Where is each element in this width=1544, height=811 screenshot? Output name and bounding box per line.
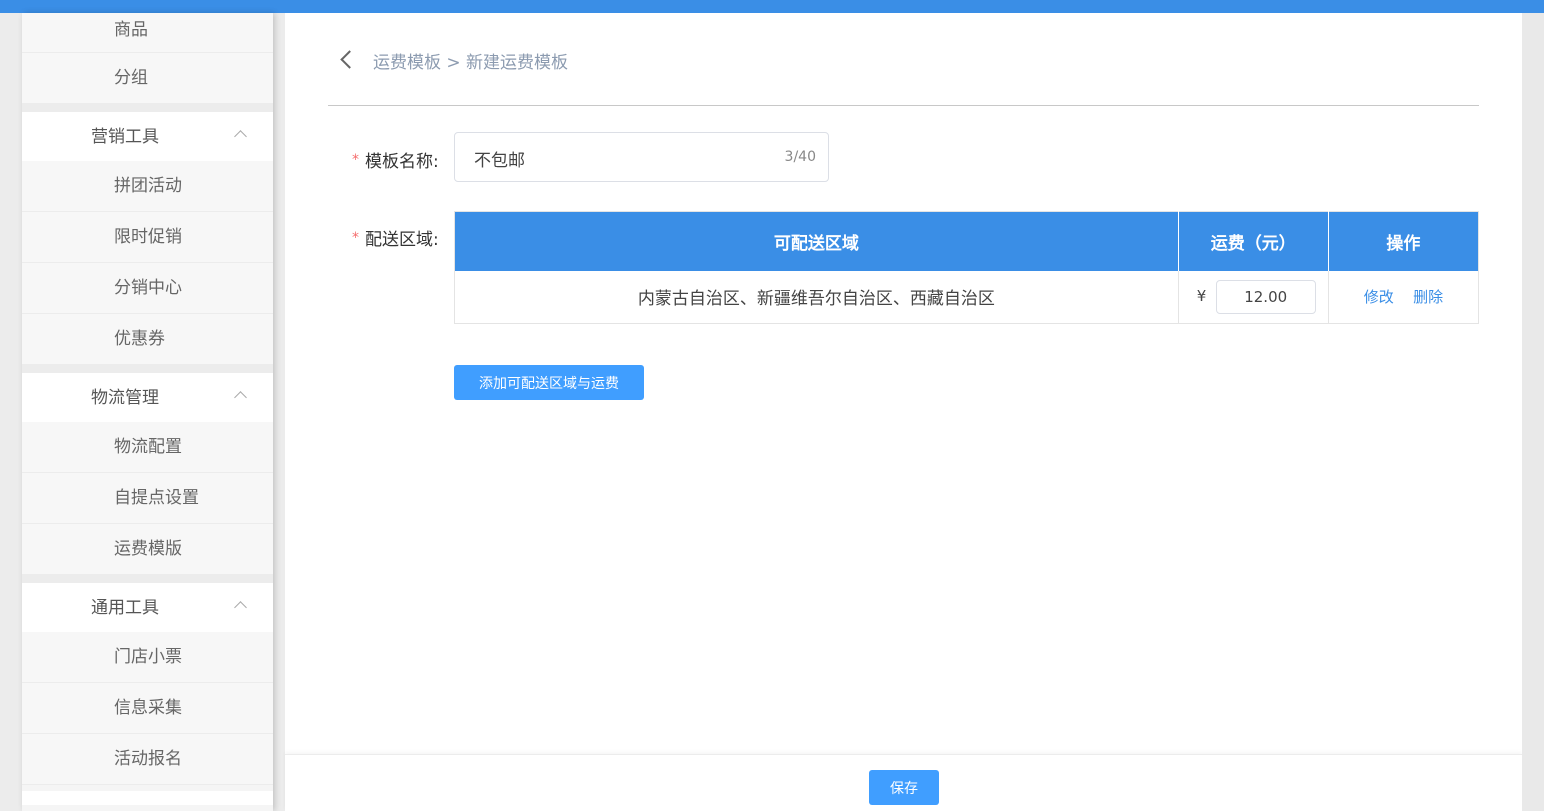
template-name-label: * 模板名称: xyxy=(352,147,439,172)
sidebar-item-distribution[interactable]: 分销中心 xyxy=(22,263,273,314)
sidebar: 商品 分组 营销工具 拼团活动 限时促销 分销中心 优惠券 物流管理 物流配置 … xyxy=(22,13,273,811)
header-divider xyxy=(328,105,1479,106)
template-name-value: 不包邮 xyxy=(474,151,525,171)
breadcrumb[interactable]: 运费模板 > 新建运费模板 xyxy=(373,48,568,73)
sidebar-item-shipping-template[interactable]: 运费模版 xyxy=(22,524,273,575)
required-mark: * xyxy=(352,230,359,246)
sidebar-group-marketing[interactable]: 营销工具 xyxy=(22,112,273,161)
fee-input[interactable]: 12.00 xyxy=(1215,279,1316,314)
sidebar-next-group xyxy=(22,791,273,805)
sidebar-group-label: 通用工具 xyxy=(91,598,159,618)
chevron-up-icon xyxy=(234,391,247,404)
main-panel: 运费模板 > 新建运费模板 * 模板名称: 不包邮 3/40 * 配送区域: 可配送… xyxy=(285,13,1522,811)
column-header-fee: 运费（元） xyxy=(1178,211,1329,271)
footer-bar: 保存 xyxy=(285,754,1522,811)
column-header-actions: 操作 xyxy=(1328,211,1479,271)
sidebar-item-event-signup[interactable]: 活动报名 xyxy=(22,734,273,785)
sidebar-item-groups[interactable]: 分组 xyxy=(22,53,273,104)
actions-cell: 修改 删除 xyxy=(1328,270,1480,324)
sidebar-item-info-collection[interactable]: 信息采集 xyxy=(22,683,273,734)
sidebar-group-label: 物流管理 xyxy=(91,388,159,408)
chevron-up-icon xyxy=(234,130,247,143)
sidebar-gap xyxy=(22,104,273,112)
column-header-zones: 可配送区域 xyxy=(454,211,1179,271)
sidebar-item-group-buy[interactable]: 拼团活动 xyxy=(22,161,273,212)
template-name-label-text: 模板名称: xyxy=(365,152,439,172)
char-counter: 3/40 xyxy=(784,149,816,165)
sidebar-item-pickup-points[interactable]: 自提点设置 xyxy=(22,473,273,524)
right-gutter xyxy=(1522,13,1544,811)
sidebar-item-receipt[interactable]: 门店小票 xyxy=(22,632,273,683)
fee-cell: ¥ 12.00 xyxy=(1178,270,1329,324)
sidebar-group-label: 营销工具 xyxy=(91,127,159,147)
sidebar-gap xyxy=(22,575,273,583)
chevron-left-icon[interactable] xyxy=(340,50,359,69)
sidebar-item-coupons[interactable]: 优惠券 xyxy=(22,314,273,365)
table-row: 内蒙古自治区、新疆维吾尔自治区、西藏自治区 ¥ 12.00 修改 删除 xyxy=(454,270,1480,324)
delete-link[interactable]: 删除 xyxy=(1413,288,1443,306)
save-button[interactable]: 保存 xyxy=(869,770,939,805)
template-name-input[interactable]: 不包邮 3/40 xyxy=(454,132,829,182)
sidebar-item-flash-sale[interactable]: 限时促销 xyxy=(22,212,273,263)
sidebar-item-goods[interactable]: 商品 xyxy=(22,13,273,53)
delivery-zone-label: * 配送区域: xyxy=(352,225,439,250)
currency-symbol: ¥ xyxy=(1196,286,1207,305)
sidebar-item-logistics-config[interactable]: 物流配置 xyxy=(22,422,273,473)
edit-link[interactable]: 修改 xyxy=(1364,288,1394,306)
top-accent-bar xyxy=(0,0,1544,13)
add-delivery-zone-button[interactable]: 添加可配送区域与运费 xyxy=(454,365,644,400)
delivery-zone-table: 可配送区域 运费（元） 操作 内蒙古自治区、新疆维吾尔自治区、西藏自治区 ¥ 1… xyxy=(454,211,1480,324)
sidebar-group-logistics[interactable]: 物流管理 xyxy=(22,373,273,422)
sidebar-gap xyxy=(22,365,273,373)
delivery-zone-label-text: 配送区域: xyxy=(365,230,439,250)
sidebar-group-tools[interactable]: 通用工具 xyxy=(22,583,273,632)
required-mark: * xyxy=(352,152,359,168)
zone-list-cell: 内蒙古自治区、新疆维吾尔自治区、西藏自治区 xyxy=(454,270,1179,324)
chevron-up-icon xyxy=(234,601,247,614)
